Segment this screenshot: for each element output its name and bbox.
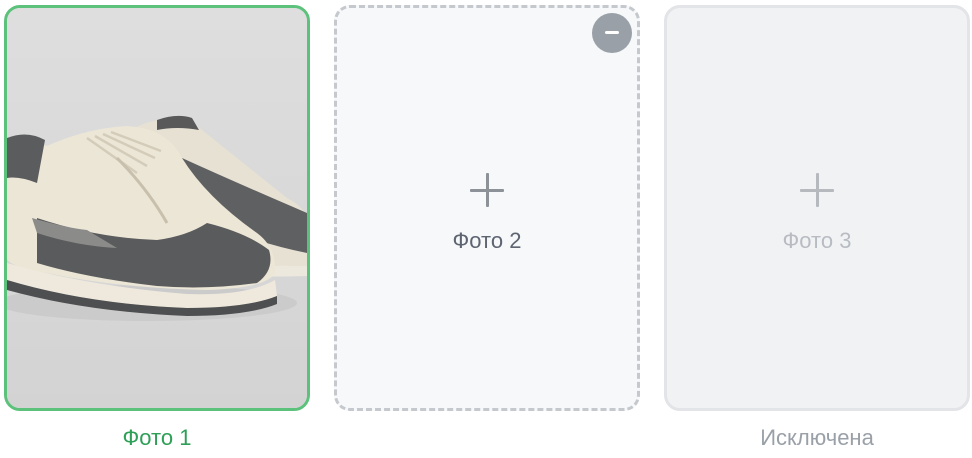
photo-slot-1[interactable]: [4, 5, 310, 411]
slot-label: Фото 3: [782, 228, 852, 253]
sneaker-photo: [7, 8, 307, 408]
plus-icon: [800, 173, 834, 207]
photo-slot-3[interactable]: Фото 3: [664, 5, 970, 411]
plus-icon: [470, 173, 504, 207]
photo-slots: Фото 2 Фото 3 Фото 1 Исключена: [0, 0, 972, 458]
slot-caption: Фото 1: [122, 425, 192, 450]
minus-icon: [605, 31, 619, 34]
slot-status: Исключена: [760, 425, 874, 450]
remove-slot-button[interactable]: [592, 13, 632, 53]
slot-label: Фото 2: [452, 228, 522, 253]
photo-slot-2[interactable]: Фото 2: [334, 5, 640, 411]
